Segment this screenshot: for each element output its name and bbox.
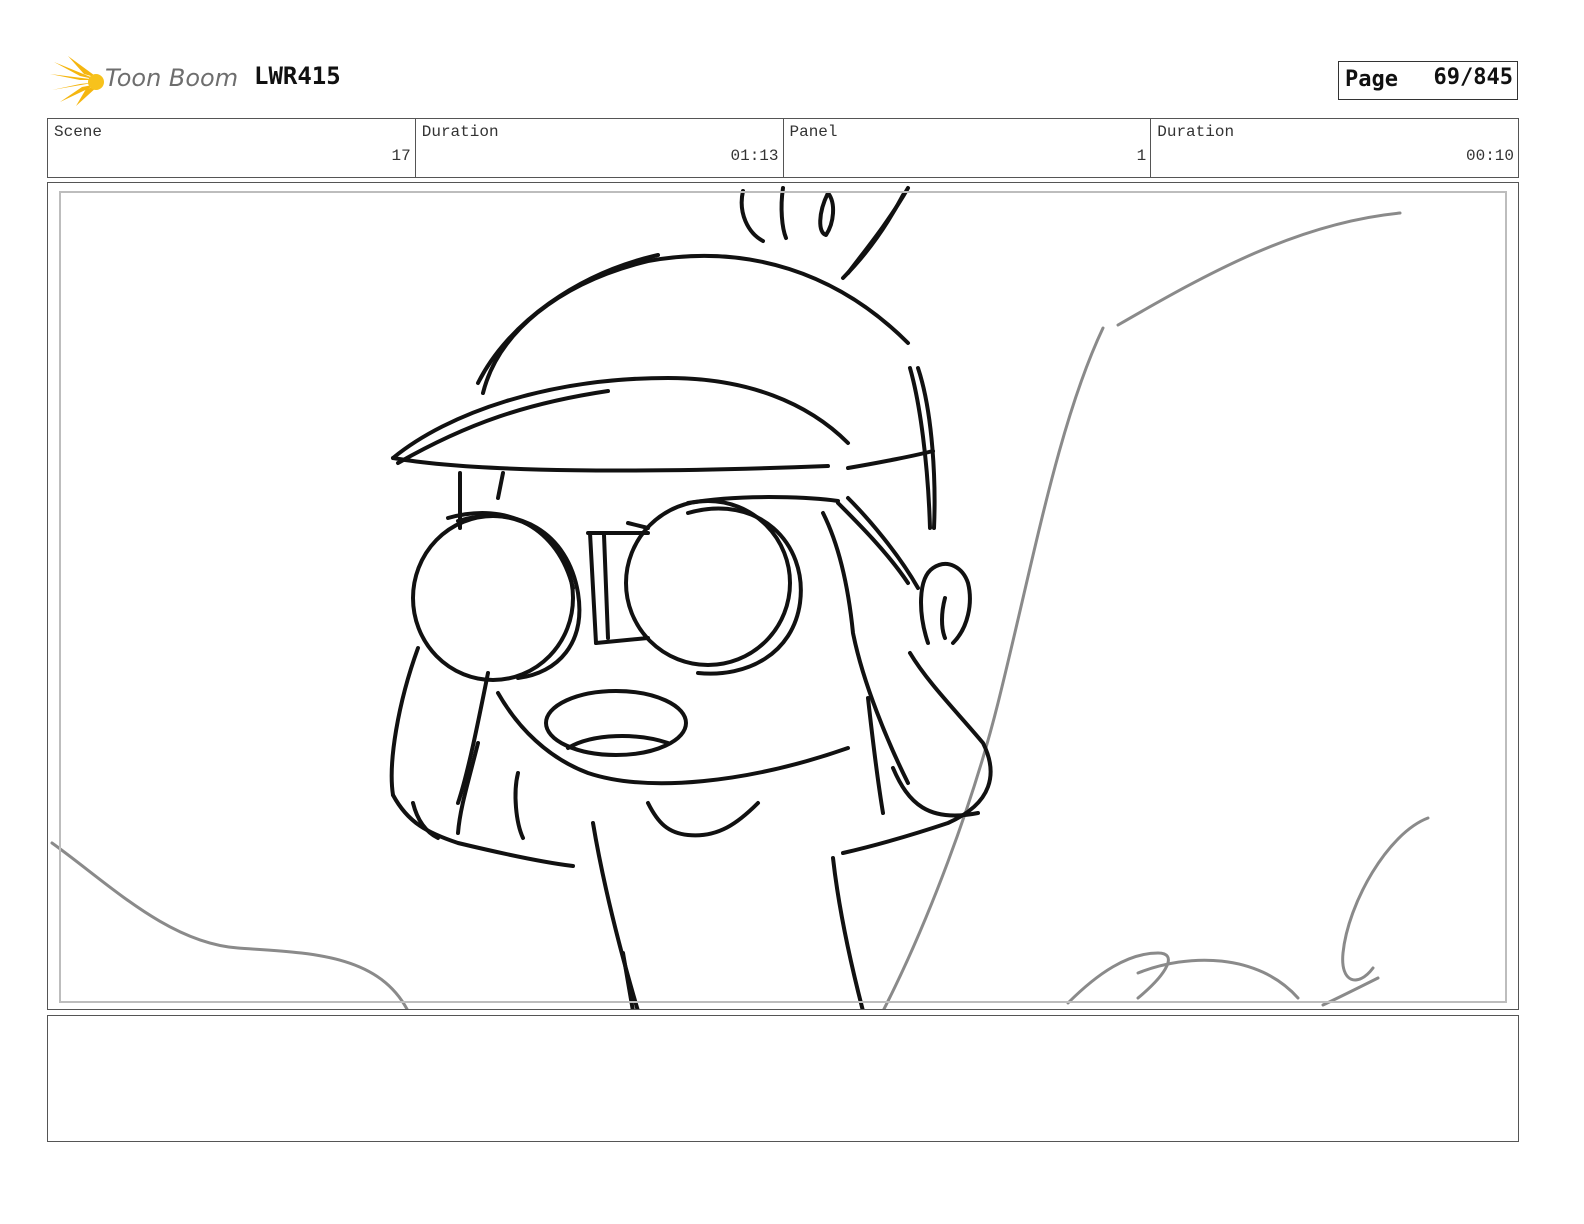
project-code: LWR415 [254, 62, 341, 90]
panel-duration-label: Duration [1157, 123, 1235, 141]
storyboard-sketch [50, 186, 1430, 1009]
character-sketch [389, 186, 993, 1009]
page-label: Page [1345, 67, 1398, 92]
panel-duration-cell: Duration 00:10 [1151, 119, 1518, 177]
panel-label: Panel [789, 123, 838, 141]
toon-boom-logo: Toon Boom [50, 52, 240, 110]
storyboard-panel [47, 182, 1519, 1010]
scene-label: Scene [54, 123, 103, 141]
panel-notes-box[interactable] [47, 1015, 1519, 1142]
scene-cell: Scene 17 [48, 119, 416, 177]
scene-duration-cell: Duration 01:13 [416, 119, 784, 177]
panel-duration-value: 00:10 [1465, 147, 1514, 165]
panel-info-row: Scene 17 Duration 01:13 Panel 1 Duration… [47, 118, 1519, 178]
scene-duration-label: Duration [421, 123, 499, 141]
background-rock-sketch [50, 211, 1430, 1009]
page-indicator: Page 69/845 [1338, 61, 1518, 100]
page-number: 69/845 [1433, 65, 1513, 90]
logo-text: Toon Boom [105, 64, 239, 92]
scene-value: 17 [391, 147, 411, 165]
toon-boom-star-icon [50, 56, 104, 106]
panel-value: 1 [1136, 147, 1147, 165]
scene-duration-value: 01:13 [730, 147, 779, 165]
panel-cell: Panel 1 [784, 119, 1152, 177]
